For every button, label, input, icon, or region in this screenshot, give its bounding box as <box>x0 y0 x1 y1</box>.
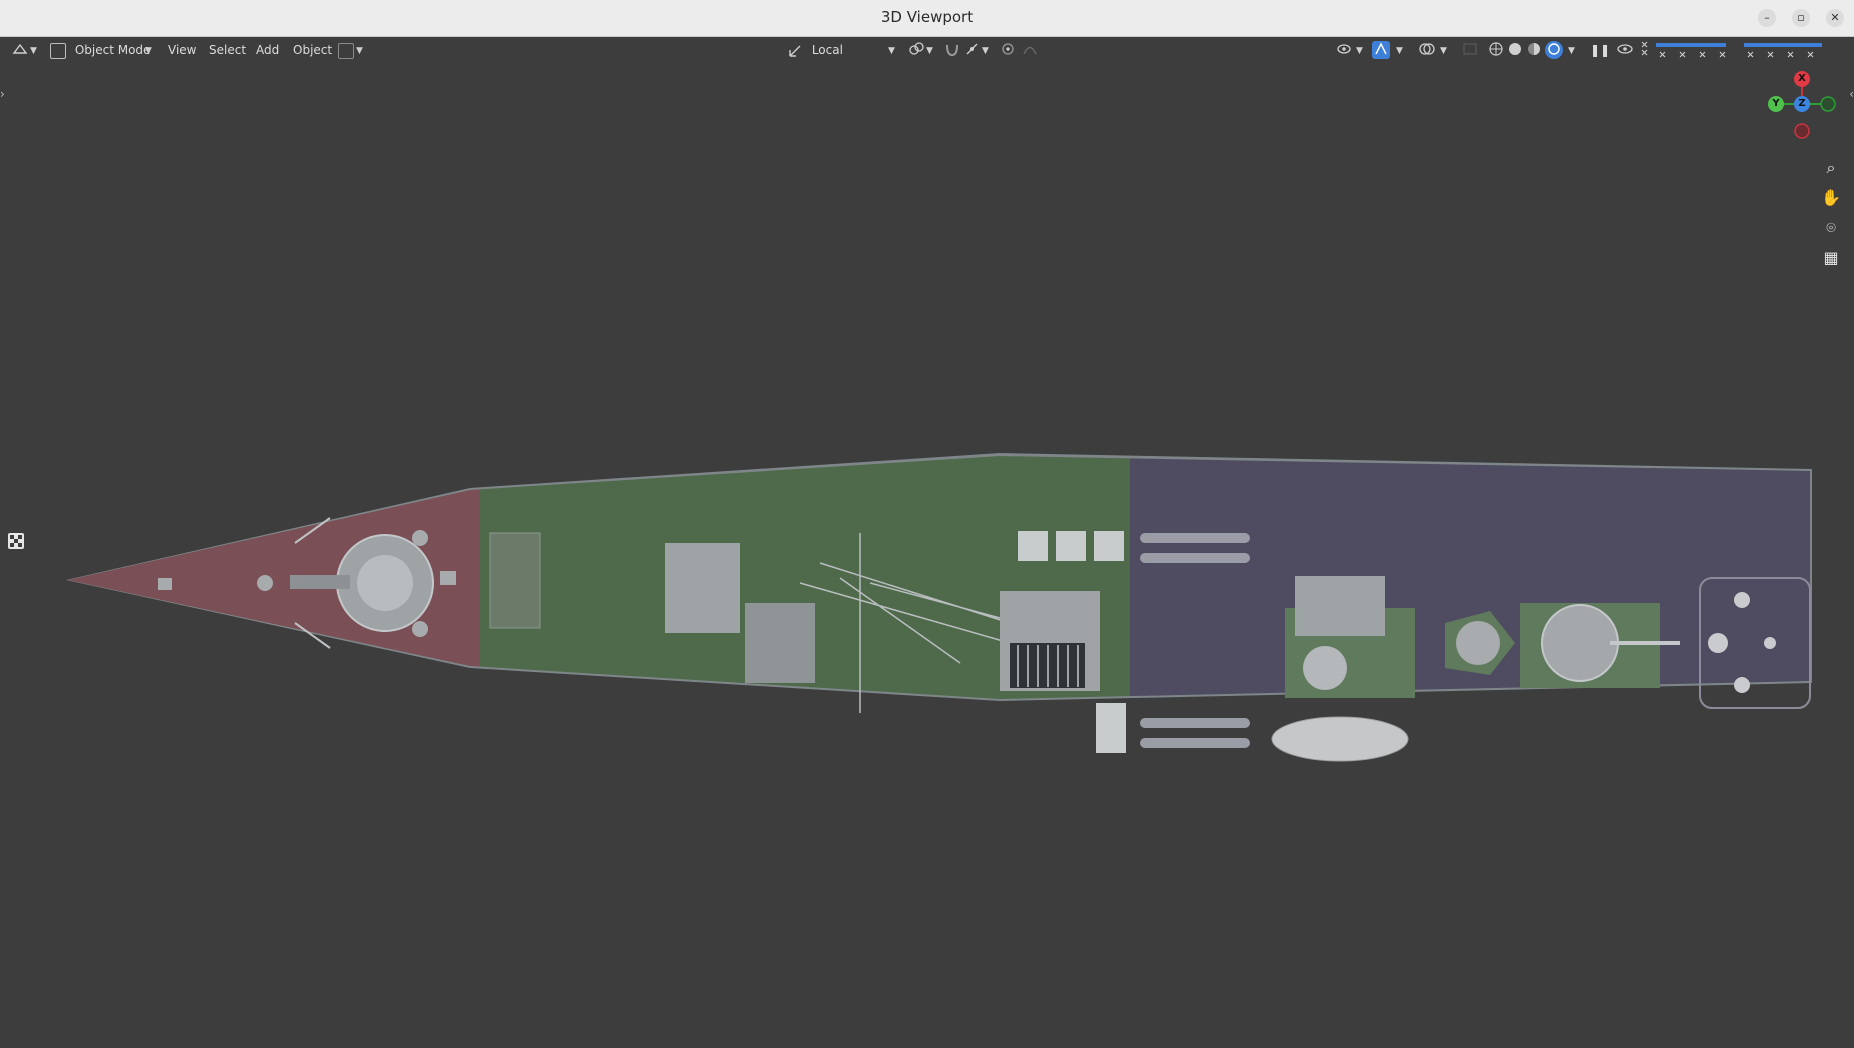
object-mode-label: Object Mode <box>74 43 151 57</box>
ship-model[interactable] <box>0 63 1854 1048</box>
chevron-down-icon: ▼ <box>30 46 37 56</box>
minimize-icon[interactable]: – <box>1758 9 1776 27</box>
pivot-icon <box>909 42 924 55</box>
menu-add[interactable]: Add <box>256 41 279 59</box>
falloff-icon <box>1023 46 1037 55</box>
chevron-down-icon: ▼ <box>1440 46 1447 56</box>
transform-orientation-dropdown[interactable]: Local <box>788 41 898 59</box>
aft-turret <box>1541 604 1619 682</box>
overlays-icon <box>1419 43 1435 55</box>
rendered-icon <box>1548 43 1560 55</box>
object-mode-dropdown[interactable]: Object Mode <box>50 41 150 59</box>
collection-toggles[interactable] <box>1640 41 1840 59</box>
proportional-edit-icon <box>1002 43 1014 55</box>
chevron-down-icon: ▼ <box>888 46 895 56</box>
selectability-visibility-button[interactable] <box>1336 41 1354 59</box>
xray-icon <box>1463 43 1477 55</box>
shading-wireframe-button[interactable] <box>1488 41 1504 59</box>
shading-material-button[interactable] <box>1526 41 1542 59</box>
xray-toggle[interactable] <box>1462 41 1478 59</box>
radar-dome <box>1303 646 1347 690</box>
object-mode-icon <box>50 42 66 59</box>
shading-rendered-button[interactable] <box>1545 41 1563 59</box>
eye-icon <box>1617 44 1633 54</box>
viewport-canvas[interactable]: › ‹ X Y Z ⌕ ✋ ⌾ ▦ <box>0 63 1854 1048</box>
gizmo-icon <box>1375 42 1387 55</box>
maximize-icon[interactable]: ▫ <box>1792 9 1810 27</box>
pivot-point-button[interactable] <box>908 41 924 59</box>
lifeboat <box>1271 716 1409 762</box>
aft-gun-mount <box>1456 621 1500 665</box>
chevron-down-icon: ▼ <box>145 46 152 56</box>
chevron-down-icon: ▼ <box>1396 46 1403 56</box>
snap-toggle[interactable] <box>944 41 960 59</box>
mast-base <box>745 603 815 683</box>
options-icon <box>338 42 354 59</box>
gizmo-toggle[interactable] <box>1372 41 1390 59</box>
menu-view[interactable]: View <box>168 41 196 59</box>
cursor-eye-icon <box>1337 44 1351 54</box>
chevron-down-icon: ▼ <box>356 46 363 56</box>
wireframe-icon <box>1489 42 1503 56</box>
falloff-button[interactable] <box>1022 41 1038 59</box>
gizmo-options-button[interactable] <box>338 41 354 59</box>
snap-target-button[interactable] <box>964 41 980 59</box>
chevron-down-icon: ▼ <box>926 46 933 56</box>
visibility-toggle[interactable] <box>1616 41 1634 59</box>
exhaust-stack <box>1000 591 1100 691</box>
toggle-grid-icon <box>1641 41 1822 58</box>
orientation-icon <box>789 45 801 57</box>
window-title: 3D Viewport <box>880 8 974 26</box>
hangar-roof <box>1295 576 1385 636</box>
transform-icon <box>12 43 28 54</box>
close-icon[interactable]: ✕ <box>1826 9 1844 27</box>
menu-select[interactable]: Select <box>209 41 246 59</box>
window-titlebar: 3D Viewport – ▫ ✕ <box>0 0 1854 37</box>
proportional-edit-toggle[interactable] <box>1000 41 1016 59</box>
editor-type-button[interactable] <box>12 41 30 59</box>
shading-solid-button[interactable] <box>1507 41 1523 59</box>
overlays-toggle[interactable] <box>1418 41 1436 59</box>
magnet-icon <box>946 44 958 57</box>
chevron-down-icon: ▼ <box>982 46 989 56</box>
menu-object[interactable]: Object <box>293 41 332 59</box>
viewport-header: ▼ Object Mode ▼ View Select Add Object ▼… <box>0 37 1854 63</box>
material-icon <box>1528 43 1540 55</box>
orientation-label: Local <box>811 43 843 57</box>
solid-icon <box>1509 43 1521 55</box>
pause-render-button[interactable]: ❚❚ <box>1590 41 1610 59</box>
bridge-block <box>665 543 740 633</box>
pause-icon: ❚❚ <box>1590 43 1611 57</box>
forward-structure <box>489 532 541 629</box>
snap-icon <box>966 43 978 55</box>
chevron-down-icon: ▼ <box>1356 46 1363 56</box>
chevron-down-icon: ▼ <box>1568 46 1575 56</box>
